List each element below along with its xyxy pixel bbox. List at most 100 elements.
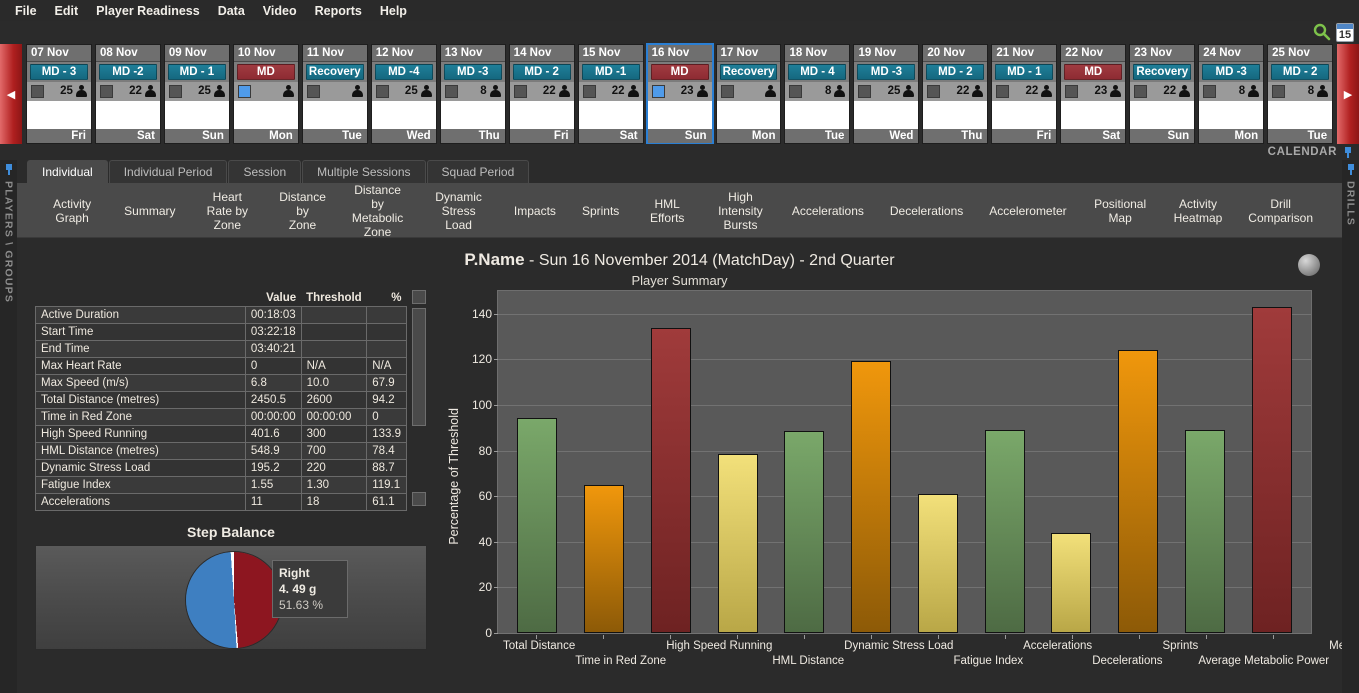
calendar-day-cell[interactable]: 20 Nov MD - 2 22 Thu: [922, 44, 989, 144]
calendar-day-cell[interactable]: 17 Nov Recovery Mon: [715, 44, 782, 144]
ball-icon[interactable]: [1298, 254, 1320, 276]
chart-bar[interactable]: [917, 493, 958, 633]
tab-multiple-sessions[interactable]: Multiple Sessions: [302, 160, 426, 183]
nav-distance-by-zone[interactable]: Distance by Zone: [266, 190, 339, 232]
chart-bar[interactable]: [984, 430, 1025, 633]
nav-positional-map[interactable]: Positional Map: [1080, 197, 1161, 225]
chart-bar[interactable]: [1118, 350, 1159, 633]
calendar-day-swatch[interactable]: [789, 84, 803, 98]
calendar-day-swatch[interactable]: [237, 84, 251, 98]
calendar-day-swatch[interactable]: [858, 84, 872, 98]
calendar-day-cell[interactable]: 22 Nov MD 23 Sat: [1060, 44, 1127, 144]
calendar-day-cell[interactable]: 25 Nov MD - 2 8 Tue: [1267, 44, 1334, 144]
nav-sprints[interactable]: Sprints: [569, 204, 632, 218]
calendar-day-swatch[interactable]: [306, 84, 320, 98]
menu-item-edit[interactable]: Edit: [46, 4, 88, 18]
players-groups-rail[interactable]: PLAYERS \ GROUPS: [0, 160, 17, 693]
calendar-day-cell[interactable]: 23 Nov Recovery 22 Sun: [1129, 44, 1196, 144]
calendar-day-swatch[interactable]: [1272, 84, 1286, 98]
pin-icon[interactable]: [1346, 164, 1356, 175]
calendar-day-swatch[interactable]: [375, 84, 389, 98]
table-row[interactable]: Fatigue Index 1.55 1.30 119.1: [35, 476, 407, 494]
nav-activity-heatmap[interactable]: Activity Heatmap: [1161, 197, 1236, 225]
menu-item-help[interactable]: Help: [371, 4, 416, 18]
calendar-day-swatch[interactable]: [996, 84, 1010, 98]
calendar-day-cell[interactable]: 11 Nov Recovery Tue: [301, 44, 368, 144]
table-scrollbar[interactable]: [411, 290, 427, 506]
menu-item-data[interactable]: Data: [209, 4, 254, 18]
table-row[interactable]: Active Duration 00:18:03: [35, 306, 407, 324]
chart-bar[interactable]: [650, 327, 691, 633]
nav-hml-efforts[interactable]: HML Efforts: [632, 197, 702, 225]
drills-rail[interactable]: DRILLS: [1342, 160, 1359, 693]
search-icon[interactable]: [1313, 23, 1331, 41]
chart-bar[interactable]: [1184, 430, 1225, 633]
calendar-day-swatch[interactable]: [31, 84, 44, 98]
table-row[interactable]: Time in Red Zone 00:00:00 00:00:00 0: [35, 408, 407, 426]
chart-bar[interactable]: [584, 484, 625, 633]
calendar-prev-button[interactable]: ◀: [0, 44, 22, 144]
calendar-day-cell[interactable]: 21 Nov MD - 1 22 Fri: [991, 44, 1058, 144]
table-row[interactable]: HML Distance (metres) 548.9 700 78.4: [35, 442, 407, 460]
nav-summary[interactable]: Summary: [111, 204, 188, 218]
nav-decelerations[interactable]: Decelerations: [877, 204, 976, 218]
menu-item-video[interactable]: Video: [254, 4, 306, 18]
nav-high-intensity-bursts[interactable]: High Intensity Bursts: [702, 190, 779, 232]
chart-bar[interactable]: [517, 418, 558, 633]
calendar-day-swatch[interactable]: [1134, 84, 1148, 98]
calendar-day-cell[interactable]: 16 Nov MD 23 Sun: [645, 43, 714, 145]
menu-item-file[interactable]: File: [6, 4, 46, 18]
calendar-day-cell[interactable]: 14 Nov MD - 2 22 Fri: [508, 44, 575, 144]
calendar-day-cell[interactable]: 07 Nov MD - 3 25 Fri: [26, 44, 92, 144]
calendar-day-swatch[interactable]: [582, 84, 596, 98]
calendar-day-cell[interactable]: 15 Nov MD -1 22 Sat: [577, 44, 644, 144]
chart-bar[interactable]: [1051, 532, 1092, 633]
pin-icon[interactable]: [1343, 146, 1353, 158]
calendar-day-swatch[interactable]: [99, 84, 113, 98]
table-row[interactable]: High Speed Running 401.6 300 133.9: [35, 425, 407, 443]
calendar-day-cell[interactable]: 18 Nov MD - 4 8 Tue: [784, 44, 851, 144]
chart-bar[interactable]: [717, 454, 758, 633]
calendar-day-cell[interactable]: 13 Nov MD -3 8 Thu: [439, 44, 506, 144]
calendar-day-cell[interactable]: 24 Nov MD -3 8 Mon: [1198, 44, 1265, 144]
pin-icon[interactable]: [4, 164, 14, 175]
scroll-up-button[interactable]: [412, 290, 426, 304]
table-row[interactable]: Accelerations 11 18 61.1: [35, 493, 407, 511]
calendar-day-cell[interactable]: 10 Nov MD Mon: [232, 44, 299, 144]
tab-session[interactable]: Session: [228, 160, 302, 183]
nav-accelerations[interactable]: Accelerations: [779, 204, 877, 218]
scroll-thumb[interactable]: [412, 308, 426, 426]
calendar-day-swatch[interactable]: [927, 84, 941, 98]
calendar-day-swatch[interactable]: [1065, 84, 1079, 98]
chart-bar[interactable]: [1251, 306, 1292, 633]
calendar-day-cell[interactable]: 08 Nov MD -2 22 Sat: [94, 44, 161, 144]
table-row[interactable]: Max Speed (m/s) 6.8 10.0 67.9: [35, 374, 407, 392]
scroll-down-button[interactable]: [412, 492, 426, 506]
calendar-day-swatch[interactable]: [651, 84, 665, 98]
calendar-day-swatch[interactable]: [720, 84, 734, 98]
nav-impacts[interactable]: Impacts: [501, 204, 569, 218]
calendar-day-swatch[interactable]: [1203, 84, 1217, 98]
nav-distance-by-metabolic-zone[interactable]: Distance by Metabolic Zone: [339, 183, 416, 239]
tab-squad-period[interactable]: Squad Period: [426, 160, 530, 183]
calendar-icon[interactable]: 15: [1336, 23, 1354, 42]
chart-bar[interactable]: [851, 361, 892, 633]
tab-individual-period[interactable]: Individual Period: [108, 160, 228, 183]
nav-heart-rate-by-zone[interactable]: Heart Rate by Zone: [189, 190, 267, 232]
table-row[interactable]: Total Distance (metres) 2450.5 2600 94.2: [35, 391, 407, 409]
nav-drill-comparison[interactable]: Drill Comparison: [1235, 197, 1326, 225]
table-row[interactable]: Max Heart Rate 0 N/A N/A: [35, 357, 407, 375]
calendar-day-swatch[interactable]: [444, 84, 458, 98]
calendar-day-cell[interactable]: 19 Nov MD -3 25 Wed: [853, 44, 920, 144]
calendar-next-button[interactable]: ▶: [1337, 44, 1359, 144]
nav-dynamic-stress-load[interactable]: Dynamic Stress Load: [416, 190, 501, 232]
calendar-day-swatch[interactable]: [513, 84, 527, 98]
calendar-day-cell[interactable]: 09 Nov MD - 1 25 Sun: [163, 44, 230, 144]
tab-individual[interactable]: Individual: [27, 160, 108, 183]
chart-bar[interactable]: [784, 430, 825, 633]
calendar-day-swatch[interactable]: [168, 84, 182, 98]
table-row[interactable]: Start Time 03:22:18: [35, 323, 407, 341]
table-row[interactable]: End Time 03:40:21: [35, 340, 407, 358]
calendar-day-cell[interactable]: 12 Nov MD -4 25 Wed: [370, 44, 437, 144]
table-row[interactable]: Dynamic Stress Load 195.2 220 88.7: [35, 459, 407, 477]
